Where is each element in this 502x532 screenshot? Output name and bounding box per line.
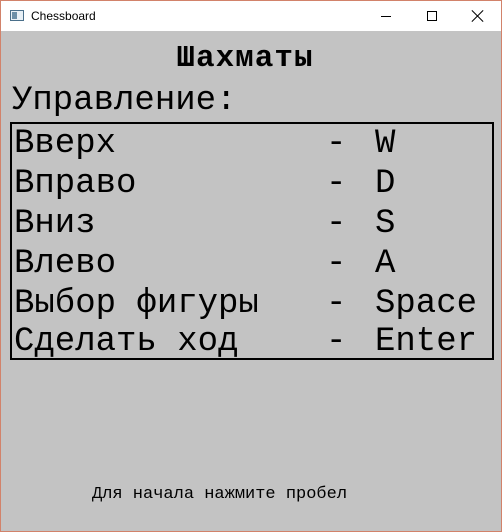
control-row: Влево - A: [14, 244, 492, 284]
control-row: Вниз - S: [14, 204, 492, 244]
control-key: Enter: [375, 323, 478, 361]
control-row: Вправо - D: [14, 164, 492, 204]
minimize-button[interactable]: [363, 1, 409, 31]
control-row: Выбор фигуры - Space: [14, 284, 492, 324]
control-action: Вправо: [14, 165, 137, 203]
app-window-icon: [10, 10, 24, 21]
control-action: Влево: [14, 245, 117, 283]
control-row: Вверх - W: [14, 124, 492, 164]
control-key: S: [375, 205, 396, 243]
control-separator: -: [326, 323, 347, 361]
window-title: Chessboard: [31, 9, 96, 23]
app-window: Chessboard Шахматы Управление: Вверх - W…: [0, 0, 502, 532]
control-row: Сделать ход - Enter: [14, 322, 492, 362]
maximize-button[interactable]: [409, 1, 455, 31]
control-action: Выбор фигуры: [14, 285, 259, 323]
minimize-icon: [381, 15, 391, 17]
controls-box: Вверх - W Вправо - D Вниз - S Влево - A …: [10, 122, 494, 362]
maximize-icon: [427, 11, 437, 21]
control-separator: -: [326, 125, 347, 163]
control-action: Вниз: [14, 205, 96, 243]
control-key: D: [375, 165, 396, 203]
control-key: Space: [375, 285, 478, 323]
control-action: Сделать ход: [14, 323, 239, 361]
controls-heading: Управление:: [12, 82, 237, 120]
close-icon: [472, 10, 484, 22]
control-separator: -: [326, 285, 347, 323]
close-button[interactable]: [455, 1, 501, 31]
page-title: Шахматы: [176, 41, 314, 76]
game-canvas[interactable]: Шахматы Управление: Вверх - W Вправо - D…: [1, 31, 501, 531]
control-separator: -: [326, 205, 347, 243]
control-separator: -: [326, 245, 347, 283]
control-key: A: [375, 245, 396, 283]
start-prompt: Для начала нажмите пробел: [92, 485, 348, 504]
control-separator: -: [326, 165, 347, 203]
control-action: Вверх: [14, 125, 117, 163]
control-key: W: [375, 125, 396, 163]
title-bar[interactable]: Chessboard: [1, 1, 501, 31]
